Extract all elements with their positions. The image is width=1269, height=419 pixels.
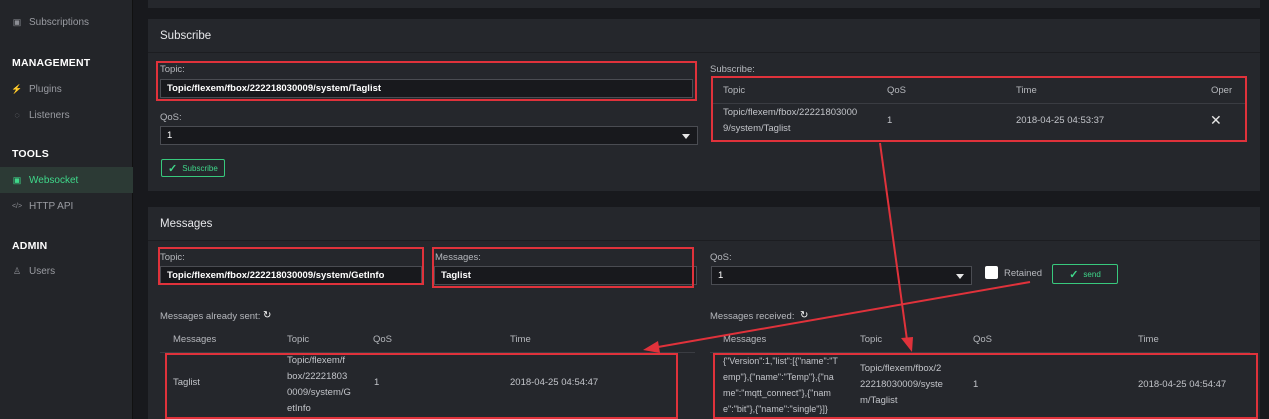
annotation-arrows	[643, 142, 1031, 353]
annotation-arrow-line	[879, 142, 908, 341]
annotation-arrowhead	[643, 341, 660, 353]
annotation-arrow-line	[657, 281, 1031, 348]
annotation-arrowhead	[901, 337, 913, 352]
